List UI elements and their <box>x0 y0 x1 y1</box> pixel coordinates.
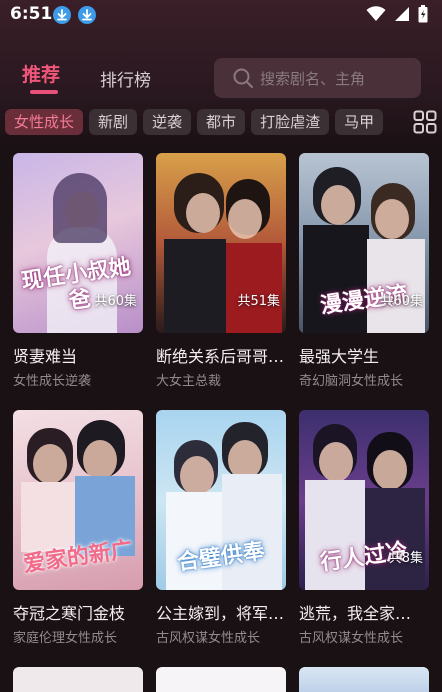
drama-poster-partial[interactable] <box>13 667 143 692</box>
drama-tags: 家庭伦理女性成长 <box>13 631 118 646</box>
poster-title-art: 现任小叔她爸 <box>19 253 133 315</box>
drama-tags: 古风权谋女性成长 <box>156 631 261 646</box>
drama-card[interactable]: 行人过冷 共8集 逃荒，我全家… 古风权谋女性成长 <box>299 410 429 646</box>
grid-menu-icon[interactable] <box>413 110 437 134</box>
drama-poster: 现任小叔她爸 共60集 <box>13 153 143 333</box>
drama-poster: 漫漫逆流 共60集 <box>299 153 429 333</box>
active-tab-indicator <box>30 90 58 94</box>
status-time: 6:51 <box>10 4 53 24</box>
episode-count: 共60集 <box>380 294 423 309</box>
wifi-icon <box>366 6 386 21</box>
category-chip-female-growth[interactable]: 女性成长 <box>5 109 84 135</box>
category-chip-face-slap[interactable]: 打脸虐渣 <box>251 109 330 135</box>
drama-card[interactable]: 合璧供奉 公主嫁到，将军… 古风权谋女性成长 <box>156 410 286 646</box>
episode-count: 共60集 <box>94 294 137 309</box>
status-bar: 6:51 <box>0 0 442 30</box>
episode-count: 共8集 <box>388 551 423 566</box>
drama-card[interactable]: 现任小叔她爸 共60集 贤妻难当 女性成长逆袭 <box>13 153 143 389</box>
drama-title: 断绝关系后哥哥们… <box>156 347 286 366</box>
drama-tags: 女性成长逆袭 <box>13 374 92 389</box>
download-icon <box>53 6 71 24</box>
tab-recommend[interactable]: 推荐 <box>22 60 60 87</box>
drama-poster: 爱家的新广 <box>13 410 143 590</box>
drama-tags: 奇幻脑洞女性成长 <box>299 374 404 389</box>
drama-title: 最强大学生 <box>299 347 380 366</box>
battery-icon <box>418 5 428 23</box>
drama-poster: 行人过冷 共8集 <box>299 410 429 590</box>
drama-poster-partial[interactable] <box>156 667 286 692</box>
drama-title: 逃荒，我全家… <box>299 604 412 623</box>
download-icon <box>78 6 96 24</box>
drama-poster-partial[interactable] <box>299 667 429 692</box>
search-input[interactable]: 搜索剧名、主角 <box>214 58 421 98</box>
category-chip-hidden-identity[interactable]: 马甲 <box>335 109 384 135</box>
drama-card[interactable]: 共51集 断绝关系后哥哥们… 大女主总裁 <box>156 153 286 389</box>
search-placeholder: 搜索剧名、主角 <box>260 70 366 88</box>
signal-icon <box>395 7 409 21</box>
category-chip-urban[interactable]: 都市 <box>197 109 246 135</box>
drama-poster: 合璧供奉 <box>156 410 286 590</box>
drama-card[interactable]: 爱家的新广 夺冠之寒门金枝 家庭伦理女性成长 <box>13 410 143 646</box>
episode-count: 共51集 <box>237 294 280 309</box>
drama-tags: 古风权谋女性成长 <box>299 631 404 646</box>
tab-ranking[interactable]: 排行榜 <box>100 66 151 91</box>
drama-poster: 共51集 <box>156 153 286 333</box>
category-chip-comeback[interactable]: 逆袭 <box>143 109 192 135</box>
drama-card[interactable]: 漫漫逆流 共60集 最强大学生 奇幻脑洞女性成长 <box>299 153 429 389</box>
category-bar: 女性成长 新剧 逆袭 都市 打脸虐渣 马甲 <box>5 109 384 135</box>
drama-tags: 大女主总裁 <box>156 374 222 389</box>
drama-title: 夺冠之寒门金枝 <box>13 604 126 623</box>
category-chip-new[interactable]: 新剧 <box>89 109 138 135</box>
drama-title: 公主嫁到，将军… <box>156 604 285 623</box>
drama-title: 贤妻难当 <box>13 347 78 366</box>
search-icon <box>233 68 253 88</box>
